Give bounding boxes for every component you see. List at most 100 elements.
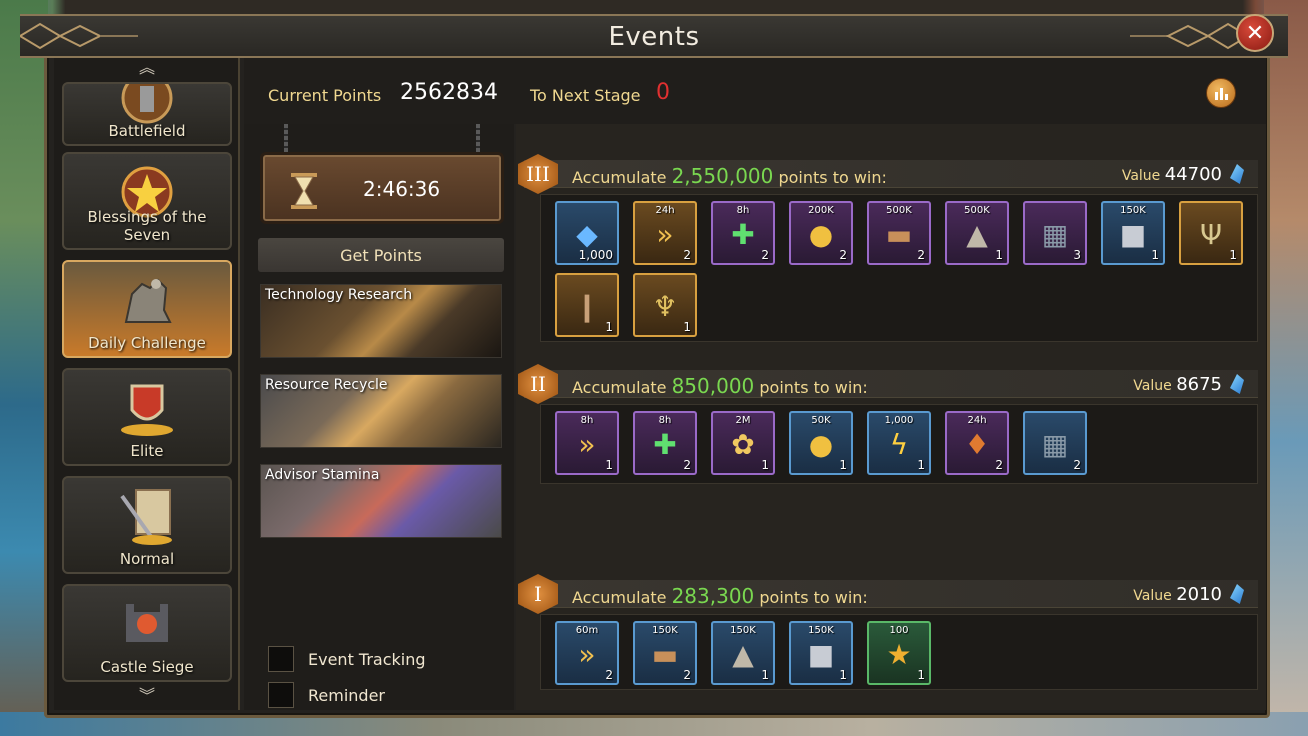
reward-item[interactable]: ♆ 1 [633,273,697,337]
tier-rewards: ◆ 1,000» 24h 2 ✚ 8h 2 ● 200K 2 ▬ 500K 2 ▲ 500K 1 ▦ 3 ■ 150K… [540,194,1258,342]
sidebar-item-label: Daily Challenge [88,334,206,352]
lightning-icon: ϟ [889,428,909,462]
shield-gold-icon [121,384,173,436]
source-technology-research[interactable]: Technology Research [260,284,502,358]
tier-points: 283,300 [671,584,755,608]
ranking-button[interactable] [1206,78,1236,108]
scroll-down-icon[interactable]: ︾ [136,688,158,704]
ranking-icon-bar [1219,88,1223,100]
tier-points: 850,000 [671,374,755,398]
reward-item[interactable]: ◆ 1,000 [555,201,619,265]
reward-item[interactable]: ▬ 150K 2 [633,621,697,685]
event-tracking-row[interactable]: Event Tracking [268,646,426,672]
wood-icon: ▬ [651,638,679,672]
reward-item[interactable]: Ψ1 [1179,201,1243,265]
scroll-sword-icon [120,489,172,545]
reward-count: 2 [605,668,613,682]
source-resource-recycle[interactable]: Resource Recycle [260,374,502,448]
tier-suffix: points to win: [754,588,868,607]
reward-amount: 150K [808,625,834,636]
tier-header: III Accumulate 2,550,000 points to win: … [518,154,1258,194]
reward-item[interactable]: ♦ 24h 2 [945,411,1009,475]
iron-icon: ■ [1119,218,1147,252]
sidebar-item-daily-challenge[interactable]: Daily Challenge [62,260,232,358]
grain-icon: ✿ [731,428,755,462]
reward-item[interactable]: ● 50K 1 [789,411,853,475]
gold-coins-icon: ● [808,218,834,252]
sidebar-item-elite[interactable]: Elite [62,368,232,466]
reward-item[interactable]: ▬ 500K 2 [867,201,931,265]
reward-amount: 8h [580,415,594,426]
reward-count: 1 [917,668,925,682]
heal-potion-icon: ✚ [731,218,755,252]
tier-badge: II [518,364,558,404]
tier-value: Value 44700 [1122,164,1222,185]
source-advisor-stamina[interactable]: Advisor Stamina [260,464,502,538]
tier-header: I Accumulate 283,300 points to win: Valu… [518,574,1258,614]
close-button[interactable]: ✕ [1236,14,1274,52]
tier-suffix: points to win: [773,168,887,187]
scroll-up-icon[interactable]: ︽ [136,60,158,76]
sidebar-item-castle-siege[interactable]: Castle Siege [62,584,232,682]
gem-icon [1230,584,1244,604]
reminder-checkbox[interactable] [268,682,294,708]
gem-icon: ◆ [576,218,598,252]
reward-count: 1 [995,248,1003,262]
gem-icon [1230,374,1244,394]
countdown-timer: 2:46:36 [363,177,441,201]
reward-item[interactable]: ▦ 2 [1023,411,1087,475]
reward-item[interactable]: ❙ 1 [555,273,619,337]
reward-item[interactable]: » 24h 2 [633,201,697,265]
next-stage-value: 0 [656,80,670,105]
reward-count: 2 [761,248,769,262]
sidebar-item-label: Elite [130,442,164,460]
knight-horse-icon [124,278,172,323]
reward-item[interactable]: ■ 150K 1 [789,621,853,685]
tier-requirement: Accumulate 850,000 points to win: [572,374,868,398]
source-label: Technology Research [265,287,413,303]
reminder-row[interactable]: Reminder [268,682,385,708]
ranking-icon-bar [1224,94,1228,100]
antler-frame-icon: Ψ [1199,218,1223,252]
reward-amount: 500K [886,205,912,216]
reward-item[interactable]: ★ 100 1 [867,621,931,685]
reward-count: 2 [1073,458,1081,472]
reward-item[interactable]: ▦ 3 [1023,201,1087,265]
reminder-label: Reminder [308,685,385,705]
reward-item[interactable]: ✚ 8h 2 [711,201,775,265]
reward-item[interactable]: ▲ 500K 1 [945,201,1009,265]
reward-item[interactable]: » 60m 2 [555,621,619,685]
category-sidebar[interactable]: ︽ Battlefield Blessings of the Seven Dai… [54,58,240,710]
sidebar-item-normal[interactable]: Normal [62,476,232,574]
reward-amount: 2M [735,415,751,426]
tier-prefix: Accumulate [572,168,672,187]
sidebar-item-battlefield[interactable]: Battlefield [62,82,232,146]
iron-icon: ■ [807,638,835,672]
reward-item[interactable]: ● 200K 2 [789,201,853,265]
speedup-icon: » [656,218,674,252]
sidebar-item-blessings[interactable]: Blessings of the Seven [62,152,232,250]
sidebar-item-label: Battlefield [108,122,186,140]
reward-item[interactable]: ϟ 1,000 1 [867,411,931,475]
tier-requirement: Accumulate 283,300 points to win: [572,584,868,608]
reward-amount: 200K [808,205,834,216]
reward-item[interactable]: » 8h 1 [555,411,619,475]
points-header: Current Points 2562834 To Next Stage 0 [244,58,1266,124]
reward-count: 1 [761,458,769,472]
page-title: Events [608,22,700,52]
get-points-heading: Get Points [258,238,504,272]
reward-count: 2 [683,668,691,682]
reward-item[interactable]: ✚ 8h 2 [633,411,697,475]
close-icon: ✕ [1245,20,1265,46]
tier-badge: III [518,154,558,194]
reward-item[interactable]: ■ 150K 1 [1101,201,1165,265]
source-label: Advisor Stamina [265,467,380,483]
event-tracking-checkbox[interactable] [268,646,294,672]
reward-amount: 24h [967,415,987,426]
reward-item[interactable]: ✿ 2M 1 [711,411,775,475]
chest-icon: ▦ [1041,428,1069,462]
reward-count: 1 [605,320,613,334]
reward-item[interactable]: ▲ 150K 1 [711,621,775,685]
reward-count: 2 [917,248,925,262]
goblet-icon: ♆ [652,290,678,324]
